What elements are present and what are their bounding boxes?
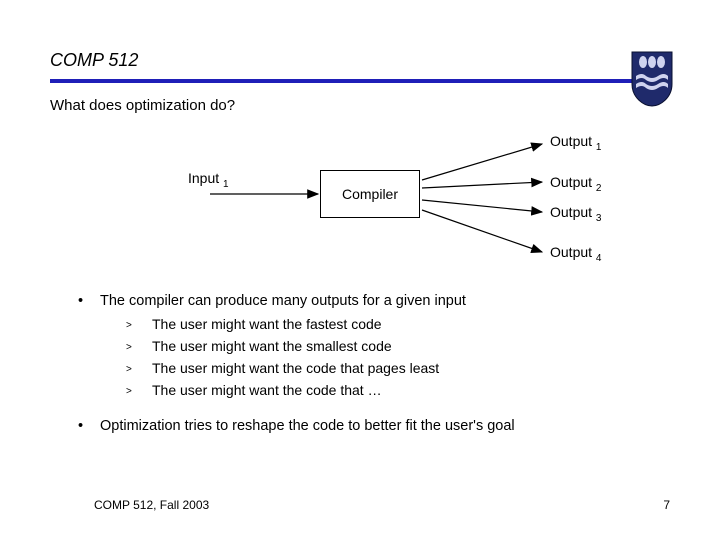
bullet-list: • The compiler can produce many outputs … bbox=[50, 290, 670, 438]
bullet-2-text: Optimization tries to reshape the code t… bbox=[100, 415, 515, 437]
output-sub-3: 3 bbox=[596, 213, 602, 224]
output-word-1: Output bbox=[550, 133, 592, 149]
input-label: Input 1 bbox=[188, 170, 229, 190]
sub-bullet-text: The user might want the code that … bbox=[152, 380, 382, 402]
bullet-1-text: The compiler can produce many outputs fo… bbox=[100, 290, 466, 312]
bullet-icon: • bbox=[78, 290, 100, 312]
slide: COMP 512 What does optimization do? Comp… bbox=[0, 0, 720, 540]
bullet-1: • The compiler can produce many outputs … bbox=[78, 290, 670, 312]
input-sub: 1 bbox=[223, 179, 229, 190]
sub-bullet-text: The user might want the smallest code bbox=[152, 336, 392, 358]
slide-footer: COMP 512, Fall 2003 7 bbox=[94, 498, 670, 512]
output-word-2: Output bbox=[550, 174, 592, 190]
bullet-2: • Optimization tries to reshape the code… bbox=[78, 415, 670, 437]
sub-bullet: >The user might want the fastest code bbox=[126, 314, 670, 336]
chevron-icon: > bbox=[126, 314, 152, 336]
output-sub-2: 2 bbox=[596, 183, 602, 194]
compiler-box-label: Compiler bbox=[342, 186, 398, 202]
slide-subtitle: What does optimization do? bbox=[50, 97, 670, 114]
output-label-4: Output 4 bbox=[550, 244, 601, 264]
chevron-icon: > bbox=[126, 336, 152, 358]
output-label-1: Output 1 bbox=[550, 133, 601, 153]
course-code: COMP 512 bbox=[50, 50, 670, 71]
bullet-icon: • bbox=[78, 415, 100, 437]
bullet-1-subs: >The user might want the fastest code >T… bbox=[78, 314, 670, 401]
university-shield-icon bbox=[630, 50, 674, 108]
sub-bullet: >The user might want the code that … bbox=[126, 380, 670, 402]
footer-left: COMP 512, Fall 2003 bbox=[94, 498, 209, 512]
page-number: 7 bbox=[663, 498, 670, 512]
sub-bullet: >The user might want the code that pages… bbox=[126, 358, 670, 380]
chevron-icon: > bbox=[126, 380, 152, 402]
sub-bullet: >The user might want the smallest code bbox=[126, 336, 670, 358]
sub-bullet-text: The user might want the code that pages … bbox=[152, 358, 439, 380]
sub-bullet-text: The user might want the fastest code bbox=[152, 314, 382, 336]
output-sub-4: 4 bbox=[596, 253, 602, 264]
chevron-icon: > bbox=[126, 358, 152, 380]
title-rule bbox=[50, 79, 650, 83]
output-sub-1: 1 bbox=[596, 142, 602, 153]
input-word: Input bbox=[188, 170, 219, 186]
output-label-3: Output 3 bbox=[550, 204, 601, 224]
output-word-3: Output bbox=[550, 204, 592, 220]
compiler-diagram: Compiler Input 1 Output 1 Output 2 Outpu… bbox=[80, 132, 640, 272]
output-word-4: Output bbox=[550, 244, 592, 260]
output-label-2: Output 2 bbox=[550, 174, 601, 194]
compiler-box: Compiler bbox=[320, 170, 420, 218]
